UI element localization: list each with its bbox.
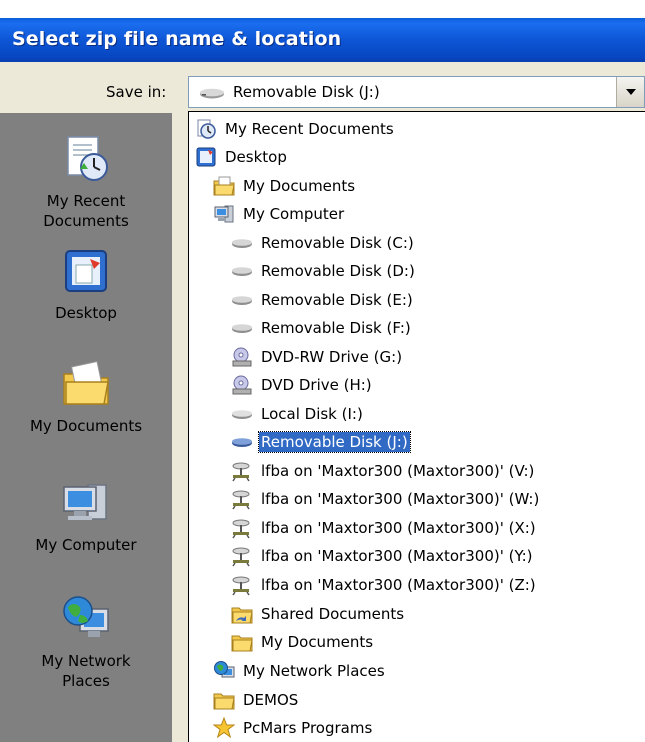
network-drive-icon: [232, 547, 250, 567]
list-item-my-computer[interactable]: My Computer: [213, 200, 346, 228]
list-item-my-documents[interactable]: My Documents: [213, 172, 357, 200]
list-item-label: DVD-RW Drive (G:): [261, 348, 403, 366]
dvd-icon: [232, 347, 252, 367]
list-item-network-drive-z[interactable]: lfba on 'Maxtor300 (Maxtor300)' (Z:): [231, 571, 538, 599]
shared-folder-icon: [231, 607, 253, 624]
place-label: My Network: [41, 652, 131, 670]
list-item-network-drive-v[interactable]: lfba on 'Maxtor300 (Maxtor300)' (V:): [231, 457, 536, 485]
place-label: My Recent: [46, 192, 126, 210]
list-item-network-drive-y[interactable]: lfba on 'Maxtor300 (Maxtor300)' (Y:): [231, 542, 535, 570]
my-computer-icon: [63, 484, 107, 520]
list-item-drive-i[interactable]: Local Disk (I:): [231, 400, 365, 428]
list-item-label: DVD Drive (H:): [261, 376, 372, 394]
list-item-network-drive-x[interactable]: lfba on 'Maxtor300 (Maxtor300)' (X:): [231, 514, 538, 542]
list-item-label: Removable Disk (J:): [258, 431, 411, 453]
list-item-label: Shared Documents: [261, 605, 405, 623]
network-icon: [214, 661, 235, 678]
list-item-pcmars-programs[interactable]: PcMars Programs: [213, 714, 374, 742]
list-item-drive-j[interactable]: Removable Disk (J:): [231, 428, 411, 456]
list-item-label: Removable Disk (F:): [261, 319, 411, 337]
list-item-label: lfba on 'Maxtor300 (Maxtor300)' (W:): [261, 490, 540, 508]
computer-icon: [214, 205, 234, 223]
list-item-label: My Computer: [243, 205, 345, 223]
dvd-icon: [232, 375, 252, 395]
desktop-icon: [65, 250, 107, 292]
place-label: My Documents: [29, 417, 143, 435]
chevron-down-icon: [626, 89, 636, 95]
list-item-my-recent-documents[interactable]: My Recent Documents: [195, 115, 396, 143]
list-item-label: My Documents: [243, 177, 356, 195]
network-drive-icon: [232, 576, 250, 596]
drive-icon: [232, 239, 252, 248]
desktop-icon: [196, 147, 216, 167]
star-icon: [213, 717, 235, 739]
network-drive-icon: [232, 462, 250, 482]
list-item-label: Local Disk (I:): [261, 405, 363, 423]
place-label: Places: [62, 672, 110, 690]
list-item-label: Removable Disk (E:): [261, 291, 413, 309]
drive-icon: [232, 410, 252, 419]
list-item-label: Desktop: [225, 148, 287, 166]
place-label: Documents: [43, 212, 129, 230]
list-item-drive-h[interactable]: DVD Drive (H:): [231, 371, 374, 399]
list-item-label: lfba on 'Maxtor300 (Maxtor300)' (X:): [261, 519, 536, 537]
list-item-label: Removable Disk (C:): [261, 234, 414, 252]
list-item-drive-g[interactable]: DVD-RW Drive (G:): [231, 343, 404, 371]
save-in-label: Save in:: [106, 83, 167, 101]
place-my-documents[interactable]: My Documents: [0, 358, 172, 436]
recent-icon: [197, 119, 216, 139]
list-item-my-documents-sub[interactable]: My Documents: [231, 628, 375, 656]
my-documents-icon: [63, 360, 109, 405]
place-my-computer[interactable]: My Computer: [0, 477, 172, 555]
list-item-drive-f[interactable]: Removable Disk (F:): [231, 314, 413, 342]
list-item-label: lfba on 'Maxtor300 (Maxtor300)' (Y:): [261, 547, 533, 565]
drive-icon: [232, 296, 252, 305]
dropdown-button[interactable]: [616, 77, 644, 107]
drive-icon: [232, 324, 252, 333]
folder-icon: [231, 635, 253, 652]
list-item-shared-documents[interactable]: Shared Documents: [231, 600, 406, 628]
title-bar[interactable]: Select zip file name & location: [0, 18, 645, 62]
recent-documents-icon: [67, 136, 108, 181]
list-item-desktop[interactable]: Desktop: [195, 143, 289, 171]
places-bar: My Recent Documents Desktop My Documents…: [0, 113, 172, 742]
list-item-label: lfba on 'Maxtor300 (Maxtor300)' (V:): [261, 462, 535, 480]
list-item-label: My Documents: [261, 633, 374, 651]
list-item-drive-d[interactable]: Removable Disk (D:): [231, 257, 417, 285]
folder-docs-icon: [213, 176, 235, 196]
list-item-label: lfba on 'Maxtor300 (Maxtor300)' (Z:): [261, 576, 536, 594]
save-in-combobox[interactable]: Removable Disk (J:): [188, 76, 645, 108]
folder-icon: [213, 693, 235, 710]
place-desktop[interactable]: Desktop: [0, 245, 172, 323]
drive-icon: [232, 438, 252, 447]
save-in-dropdown-list[interactable]: My Recent Documents Desktop My Documents…: [188, 111, 645, 742]
list-item-my-network-places[interactable]: My Network Places: [213, 657, 387, 685]
list-item-demos[interactable]: DEMOS: [213, 686, 300, 714]
list-item-network-drive-w[interactable]: lfba on 'Maxtor300 (Maxtor300)' (W:): [231, 485, 541, 513]
network-places-icon: [63, 596, 109, 637]
dialog-title: Select zip file name & location: [12, 28, 342, 50]
save-in-value: Removable Disk (J:): [233, 83, 380, 101]
list-item-drive-e[interactable]: Removable Disk (E:): [231, 286, 415, 314]
list-item-drive-c[interactable]: Removable Disk (C:): [231, 229, 416, 257]
list-item-label: DEMOS: [243, 691, 299, 709]
place-my-network-places[interactable]: My Network Places: [0, 593, 172, 691]
list-item-label: Removable Disk (D:): [261, 262, 415, 280]
place-label: Desktop: [55, 304, 117, 322]
drive-icon: [199, 86, 225, 104]
network-drive-icon: [232, 519, 250, 539]
place-my-recent-documents[interactable]: My Recent Documents: [0, 133, 172, 231]
list-item-label: My Recent Documents: [225, 120, 394, 138]
network-drive-icon: [232, 490, 250, 510]
drive-icon: [232, 267, 252, 276]
place-label: My Computer: [35, 536, 137, 554]
list-item-label: PcMars Programs: [243, 719, 373, 737]
list-item-label: My Network Places: [243, 662, 385, 680]
title-bar-area: Select zip file name & location: [0, 0, 645, 62]
